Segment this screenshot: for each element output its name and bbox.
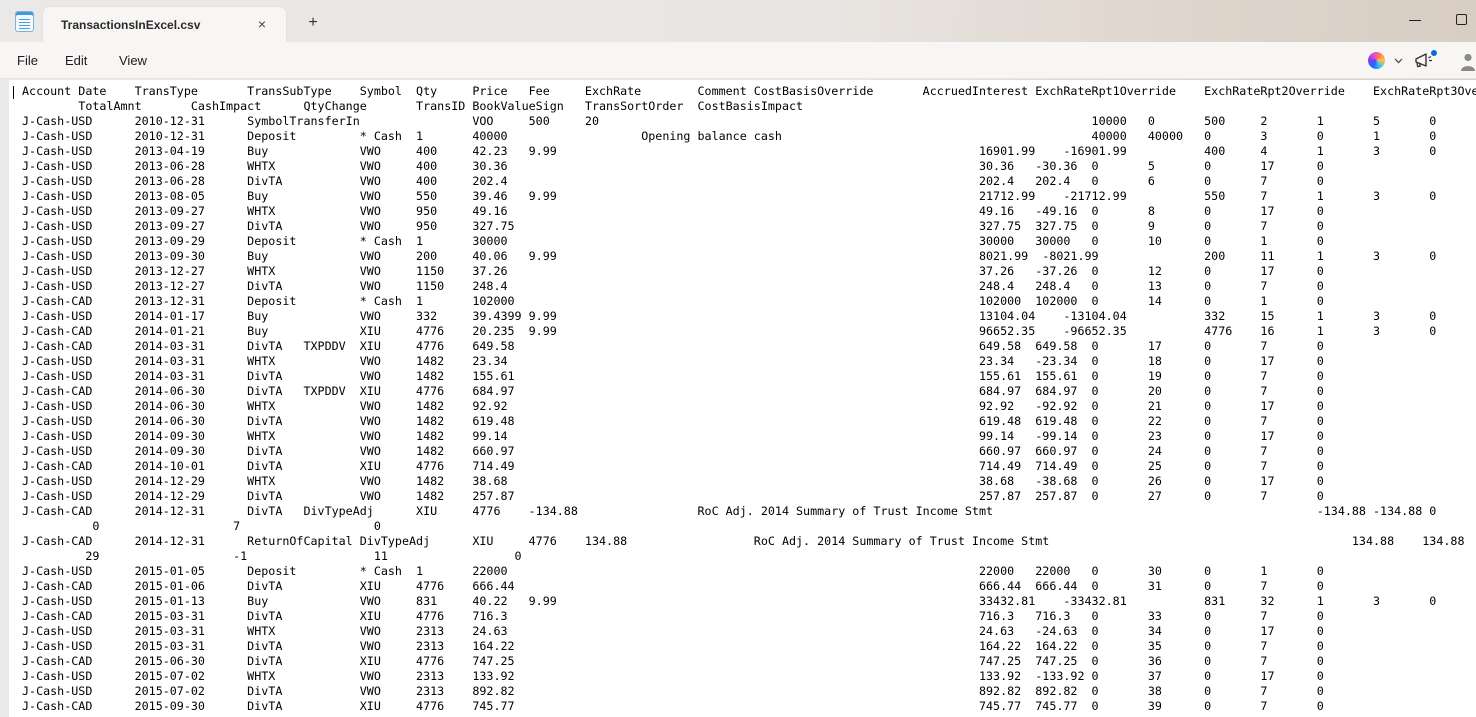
csv-line: J-Cash-USD 2015-01-05 Deposit * Cash 1 2… [22,564,1476,579]
account-icon[interactable] [1458,51,1476,71]
csv-line: J-Cash-USD 2010-12-31 Deposit * Cash 1 4… [22,129,1476,144]
csv-line: J-Cash-CAD 2015-01-06 DivTA XIU 4776 666… [22,579,1476,594]
tab-transactions-csv[interactable]: TransactionsInExcel.csv × [42,6,287,42]
csv-line: J-Cash-USD 2013-09-30 Buy VWO 200 40.06 … [22,249,1476,264]
csv-line: J-Cash-CAD 2014-01-21 Buy XIU 4776 20.23… [22,324,1476,339]
csv-line: J-Cash-USD 2013-06-28 WHTX VWO 400 30.36… [22,159,1476,174]
maximize-icon [1456,14,1467,25]
csv-line: J-Cash-USD 2013-08-05 Buy VWO 550 39.46 … [22,189,1476,204]
csv-line: J-Cash-USD 2014-03-31 DivTA VWO 1482 155… [22,369,1476,384]
csv-line: J-Cash-USD 2015-07-02 DivTA VWO 2313 892… [22,684,1476,699]
tab-close-icon[interactable]: × [252,15,272,35]
csv-line: TotalAmnt CashImpact QtyChange TransID B… [22,99,1476,114]
new-tab-button[interactable]: + [302,12,324,34]
megaphone-icon[interactable] [1412,50,1436,72]
csv-line: J-Cash-CAD 2013-12-31 Deposit * Cash 1 1… [22,294,1476,309]
csv-line: J-Cash-USD 2013-04-19 Buy VWO 400 42.23 … [22,144,1476,159]
csv-line: J-Cash-USD 2013-12-27 WHTX VWO 1150 37.2… [22,264,1476,279]
csv-line: J-Cash-USD 2015-07-02 WHTX VWO 2313 133.… [22,669,1476,684]
copilot-icon[interactable] [1368,52,1385,69]
csv-line: J-Cash-USD 2013-09-27 WHTX VWO 950 49.16… [22,204,1476,219]
tab-title: TransactionsInExcel.csv [61,18,200,32]
csv-line: J-Cash-CAD 2014-06-30 DivTA TXPDDV XIU 4… [22,384,1476,399]
minimize-button[interactable] [1392,0,1438,40]
csv-line: J-Cash-USD 2014-03-31 WHTX VWO 1482 23.3… [22,354,1476,369]
csv-line: J-Cash-CAD 2015-03-31 DivTA XIU 4776 716… [22,609,1476,624]
csv-line: J-Cash-CAD 2014-10-01 DivTA XIU 4776 714… [22,459,1476,474]
csv-line: J-Cash-USD 2010-12-31 SymbolTransferIn V… [22,114,1476,129]
csv-line: J-Cash-USD 2013-06-28 DivTA VWO 400 202.… [22,174,1476,189]
text-caret [13,86,14,99]
notification-dot [1431,50,1437,56]
csv-line: J-Cash-CAD 2014-03-31 DivTA TXPDDV XIU 4… [22,339,1476,354]
csv-line: J-Cash-USD 2014-01-17 Buy VWO 332 39.439… [22,309,1476,324]
csv-line: J-Cash-CAD 2014-12-31 ReturnOfCapital Di… [22,534,1476,549]
csv-line: J-Cash-USD 2014-06-30 WHTX VWO 1482 92.9… [22,399,1476,414]
csv-line: 29 -1 11 0 [22,549,1476,564]
menu-bar: File Edit View [0,42,1476,79]
title-bar: TransactionsInExcel.csv × + [0,0,1476,42]
csv-line: J-Cash-USD 2014-12-29 WHTX VWO 1482 38.6… [22,474,1476,489]
csv-line: J-Cash-USD 2015-03-31 WHTX VWO 2313 24.6… [22,624,1476,639]
csv-line: J-Cash-USD 2013-12-27 DivTA VWO 1150 248… [22,279,1476,294]
csv-line: J-Cash-USD 2014-12-29 DivTA VWO 1482 257… [22,489,1476,504]
minimize-icon [1409,20,1421,21]
menu-edit[interactable]: Edit [56,49,96,73]
csv-line: J-Cash-USD 2014-09-30 WHTX VWO 1482 99.1… [22,429,1476,444]
notepad-app-icon [15,11,34,32]
csv-line: J-Cash-USD 2013-09-27 DivTA VWO 950 327.… [22,219,1476,234]
notepad-window: { "window": { "tab_title": "Transactions… [0,0,1476,717]
csv-line: J-Cash-CAD 2014-12-31 DivTA DivTypeAdj X… [22,504,1476,519]
menu-file[interactable]: File [8,49,47,73]
csv-line: J-Cash-USD 2014-06-30 DivTA VWO 1482 619… [22,414,1476,429]
chevron-down-icon[interactable] [1394,56,1403,65]
csv-content: Account Date TransType TransSubType Symb… [22,84,1476,714]
maximize-button[interactable] [1438,0,1476,40]
csv-line: 0 7 0 [22,519,1476,534]
menu-view[interactable]: View [110,49,156,73]
csv-line: J-Cash-CAD 2015-06-30 DivTA XIU 4776 747… [22,654,1476,669]
csv-line: J-Cash-USD 2015-03-31 DivTA VWO 2313 164… [22,639,1476,654]
csv-line: J-Cash-CAD 2015-09-30 DivTA XIU 4776 745… [22,699,1476,714]
csv-line: Account Date TransType TransSubType Symb… [22,84,1476,99]
csv-line: J-Cash-USD 2015-01-13 Buy VWO 831 40.22 … [22,594,1476,609]
csv-line: J-Cash-USD 2013-09-29 Deposit * Cash 1 3… [22,234,1476,249]
csv-line: J-Cash-USD 2014-09-30 DivTA VWO 1482 660… [22,444,1476,459]
text-editor-area[interactable]: Account Date TransType TransSubType Symb… [9,80,1476,717]
